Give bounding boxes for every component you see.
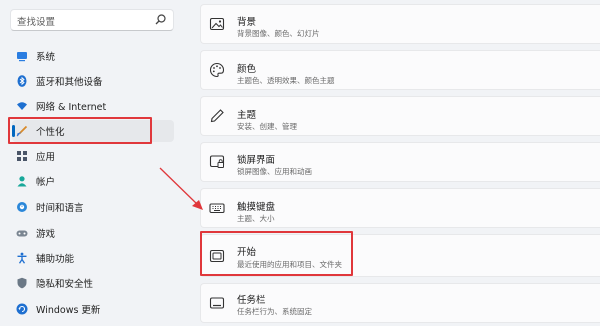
annotation-arrow xyxy=(159,167,203,210)
